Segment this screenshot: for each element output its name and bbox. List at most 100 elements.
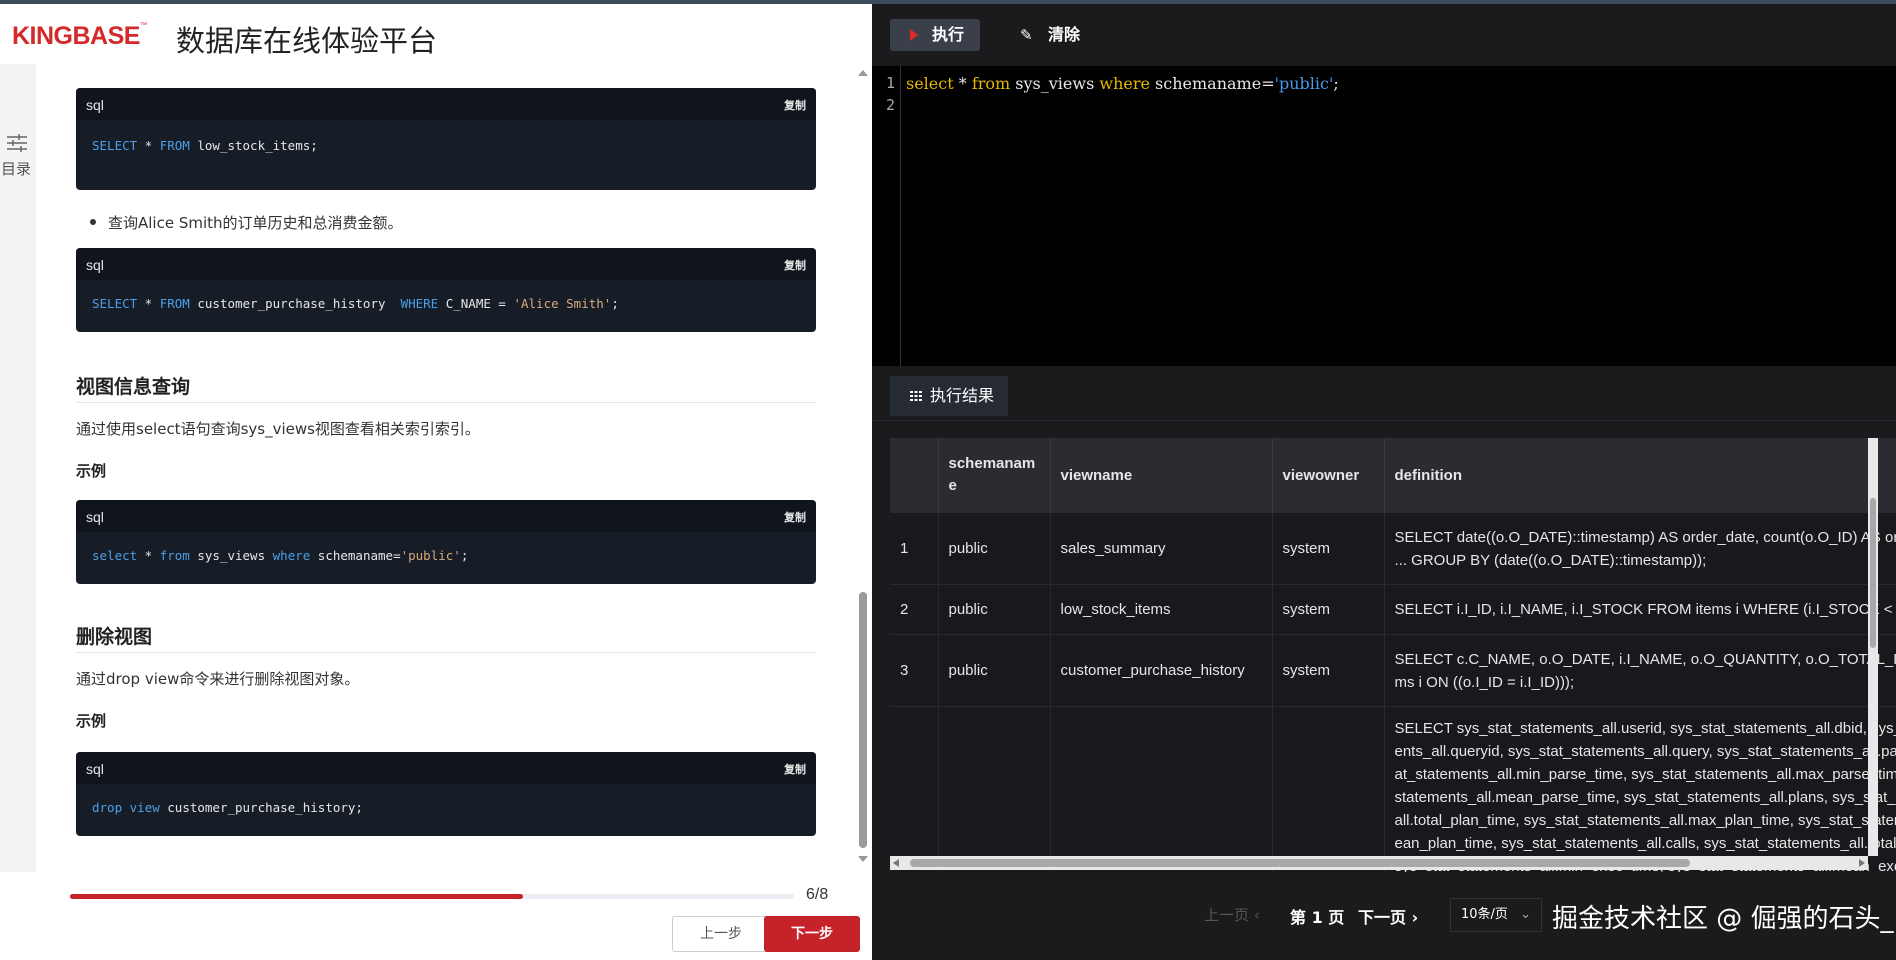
- divider: [76, 652, 816, 653]
- prev-page-button[interactable]: 上一页 ‹: [1204, 904, 1260, 925]
- code-lang-label: sql: [86, 97, 104, 113]
- code-block-header: sql 复制: [76, 88, 816, 120]
- run-button[interactable]: 执行: [890, 19, 980, 51]
- column-header-schemaname[interactable]: schemaname: [938, 438, 1051, 513]
- cell-index: 3: [890, 634, 939, 707]
- results-table: schemaname viewname viewowner definition…: [890, 438, 1896, 872]
- column-header-index[interactable]: [890, 438, 939, 513]
- progress-bar: [70, 894, 794, 899]
- copy-button[interactable]: 复制: [784, 761, 806, 777]
- cell-definition: SELECT i.I_ID, i.I_NAME, i.I_STOCK FROM …: [1384, 584, 1896, 635]
- code-lang-label: sql: [86, 761, 104, 777]
- progress-text: 6/8: [806, 886, 829, 903]
- page-size-value: 10条/页: [1461, 907, 1508, 922]
- code-lang-label: sql: [86, 509, 104, 525]
- code-block: sql 复制 select * from sys_views where sch…: [76, 500, 816, 584]
- cell-viewowner: system: [1272, 584, 1385, 635]
- table-row[interactable]: 1 public sales_summary system SELECT dat…: [890, 512, 1896, 585]
- cell-index: 2: [890, 584, 939, 635]
- copy-button[interactable]: 复制: [784, 509, 806, 525]
- code-block: sql 复制 drop view customer_purchase_histo…: [76, 752, 816, 836]
- bullet-dot: [90, 219, 96, 225]
- toc-rail[interactable]: 目录: [0, 64, 36, 872]
- divider: [76, 402, 816, 403]
- cell-index: 1: [890, 512, 939, 585]
- results-grid[interactable]: schemaname viewname viewowner definition…: [890, 438, 1896, 872]
- clear-button[interactable]: ✎ 清除: [1020, 19, 1110, 51]
- eraser-icon: ✎: [1020, 26, 1033, 44]
- kingbase-logo: KINGBASE™: [12, 22, 147, 50]
- table-row[interactable]: 3 public customer_purchase_history syste…: [890, 634, 1896, 707]
- cell-schemaname: public: [938, 634, 1051, 707]
- line-number: 1: [886, 74, 896, 92]
- tab-results[interactable]: 执行结果: [890, 376, 1008, 416]
- tutorial-panel: KINGBASE™ 数据库在线体验平台 目录 sql 复制 SELECT * F…: [0, 4, 872, 960]
- cell-viewowner: system: [1272, 634, 1385, 707]
- section-title: 删除视图: [76, 626, 153, 648]
- column-header-viewowner[interactable]: viewowner: [1272, 438, 1385, 513]
- scrollbar-thumb[interactable]: [859, 592, 867, 848]
- next-page-button[interactable]: 下一页 ›: [1358, 904, 1418, 928]
- example-label: 示例: [76, 712, 107, 730]
- doc-content: sql 复制 SELECT * FROM low_stock_items; 查询…: [36, 64, 854, 872]
- tutorial-footer: 6/8 上一步 下一步: [0, 872, 872, 960]
- section-description: 通过drop view命令来进行删除视图对象。: [76, 670, 360, 688]
- cell-viewname: low_stock_items: [1050, 584, 1273, 635]
- example-label: 示例: [76, 462, 107, 480]
- cell-index: [890, 706, 939, 872]
- results-tab-bar: 执行结果: [872, 366, 1896, 421]
- code-text: drop view customer_purchase_history;: [92, 800, 363, 815]
- page-size-select[interactable]: 10条/页 ⌄: [1450, 898, 1542, 932]
- line-number-gutter: 1 2: [872, 66, 901, 366]
- code-block-header: sql 复制: [76, 248, 816, 280]
- table-row[interactable]: SELECT sys_stat_statements_all.userid, s…: [890, 706, 1896, 872]
- cell-definition: SELECT c.C_NAME, o.O_DATE, i.I_NAME, o.O…: [1384, 634, 1896, 707]
- scroll-down-icon[interactable]: [858, 856, 868, 862]
- app-header: KINGBASE™ 数据库在线体验平台: [0, 4, 872, 64]
- code-block: sql 复制 SELECT * FROM low_stock_items;: [76, 88, 816, 190]
- scroll-left-icon[interactable]: [893, 859, 899, 867]
- scroll-right-icon[interactable]: [1859, 859, 1865, 867]
- code-text: SELECT * FROM low_stock_items;: [92, 138, 318, 153]
- bullet-item: 查询Alice Smith的订单历史和总消费金额。: [108, 214, 403, 232]
- column-header-definition[interactable]: definition: [1384, 438, 1896, 513]
- cell-schemaname: public: [938, 512, 1051, 585]
- cell-viewname: customer_purchase_history: [1050, 634, 1273, 707]
- cell-viewowner: [1272, 706, 1385, 872]
- page-title: 数据库在线体验平台: [176, 24, 438, 58]
- grid-icon: [910, 391, 922, 401]
- cell-viewname: sales_summary: [1050, 512, 1273, 585]
- code-block-header: sql 复制: [76, 500, 816, 532]
- clear-label: 清除: [1048, 25, 1081, 44]
- code-block: sql 复制 SELECT * FROM customer_purchase_h…: [76, 248, 816, 332]
- prev-step-button[interactable]: 上一步: [672, 916, 770, 952]
- run-label: 执行: [932, 25, 965, 44]
- scrollbar-thumb[interactable]: [1870, 498, 1876, 648]
- section-title: 视图信息查询: [76, 376, 191, 398]
- code-block-header: sql 复制: [76, 752, 816, 784]
- sql-editor[interactable]: 1 2 select * from sys_views where schema…: [872, 66, 1896, 366]
- watermark: 掘金技术社区 @ 倔强的石头_: [1552, 904, 1894, 934]
- scrollbar-thumb[interactable]: [910, 859, 1690, 867]
- chevron-down-icon: ⌄: [1520, 907, 1531, 922]
- scroll-up-icon[interactable]: [858, 70, 868, 76]
- toc-label[interactable]: 目录: [1, 158, 31, 179]
- results-vertical-scrollbar[interactable]: [1868, 438, 1878, 856]
- doc-scrollbar[interactable]: [856, 70, 870, 862]
- copy-button[interactable]: 复制: [784, 257, 806, 273]
- pagination: 上一页 ‹ 第 1 页 下一页 › 10条/页 ⌄ 掘金技术社区 @ 倔强的石头…: [872, 884, 1896, 960]
- column-header-viewname[interactable]: viewname: [1050, 438, 1273, 513]
- copy-button[interactable]: 复制: [784, 97, 806, 113]
- editor-code-line[interactable]: select * from sys_views where schemaname…: [906, 74, 1339, 93]
- code-text: SELECT * FROM customer_purchase_history …: [92, 296, 619, 311]
- editor-toolbar: 执行 ✎ 清除: [872, 4, 1896, 66]
- next-step-button[interactable]: 下一步: [764, 916, 860, 952]
- cell-schemaname: public: [938, 584, 1051, 635]
- table-row[interactable]: 2 public low_stock_items system SELECT i…: [890, 584, 1896, 635]
- cell-schemaname: [938, 706, 1051, 872]
- table-header-row: schemaname viewname viewowner definition: [890, 438, 1896, 513]
- results-horizontal-scrollbar[interactable]: [890, 856, 1868, 870]
- cell-viewowner: system: [1272, 512, 1385, 585]
- progress-fill: [70, 894, 523, 899]
- sliders-icon[interactable]: [6, 132, 28, 154]
